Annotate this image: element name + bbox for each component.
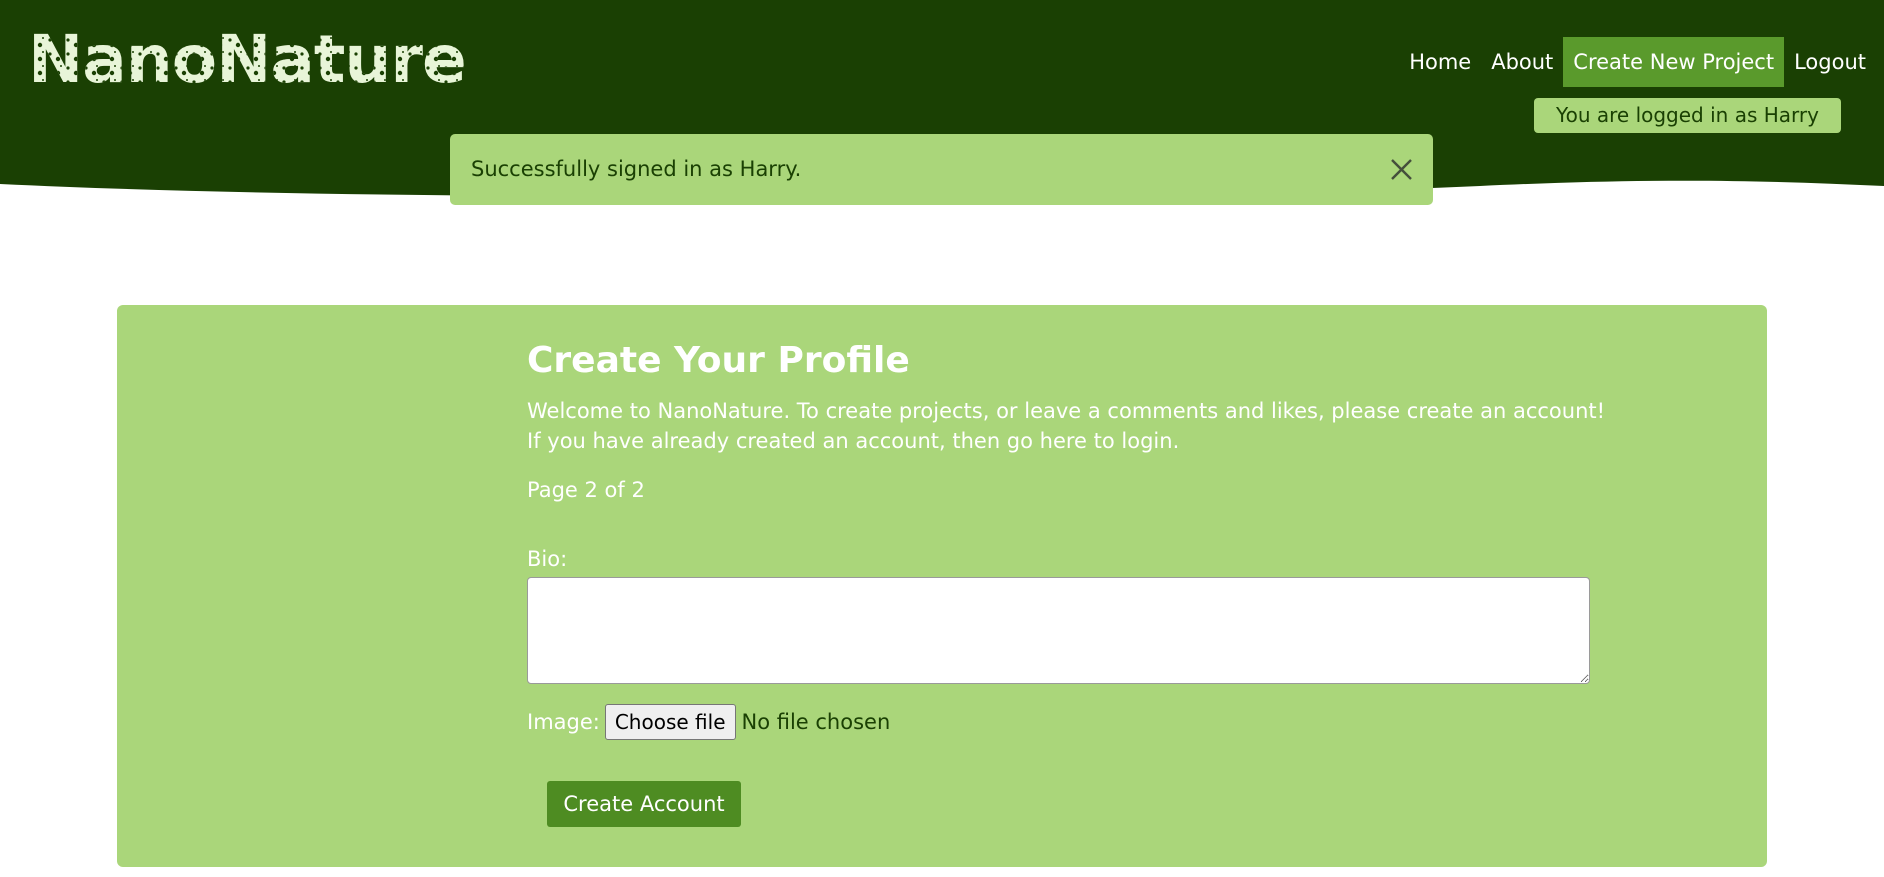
description-line-1: Welcome to NanoNature. To create project… <box>527 399 1606 423</box>
bio-textarea[interactable] <box>527 577 1590 684</box>
logged-in-status-badge: You are logged in as Harry <box>1534 98 1841 133</box>
logo-dots: NanoNature <box>28 22 466 92</box>
main-nav: Home About Create New Project Logout <box>1399 37 1876 87</box>
success-alert: Successfully signed in as Harry. <box>450 134 1433 205</box>
form-description: Welcome to NanoNature. To create project… <box>527 396 1605 456</box>
image-upload-row: Image: Choose file No file chosen <box>527 704 890 740</box>
site-logo[interactable]: NanoNature NanoNature <box>28 22 488 92</box>
alert-message: Successfully signed in as Harry. <box>471 157 802 181</box>
choose-file-button[interactable]: Choose file <box>604 704 736 740</box>
profile-form-card: Create Your Profile Welcome to NanoNatur… <box>117 305 1767 867</box>
file-status-text: No file chosen <box>741 710 891 734</box>
form-title: Create Your Profile <box>527 340 910 381</box>
bio-label: Bio: <box>527 547 568 571</box>
page-indicator: Page 2 of 2 <box>527 478 645 502</box>
create-account-button[interactable]: Create Account <box>547 781 741 827</box>
nav-logout-link[interactable]: Logout <box>1784 37 1876 87</box>
close-icon[interactable] <box>1388 156 1415 183</box>
nav-about-link[interactable]: About <box>1481 37 1563 87</box>
image-label: Image: <box>527 710 600 734</box>
nav-home-link[interactable]: Home <box>1399 37 1481 87</box>
description-line-2: If you have already created an account, … <box>527 429 1180 453</box>
nav-create-project-link[interactable]: Create New Project <box>1563 37 1785 87</box>
